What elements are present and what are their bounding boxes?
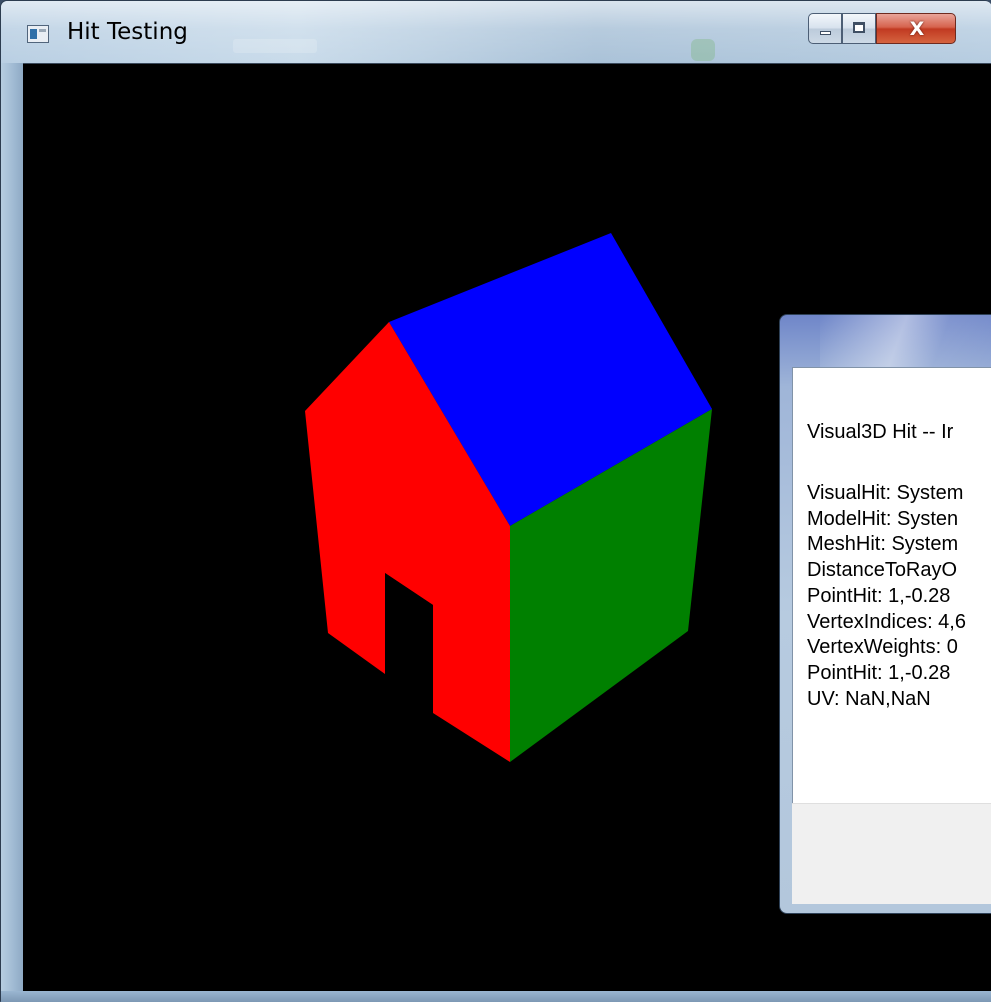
hit-detail-line: PointHit: 1,-0.28 xyxy=(807,661,951,684)
close-icon: X xyxy=(909,18,925,40)
hit-detail-line: MeshHit: System xyxy=(807,533,959,556)
hit-detail-line: UV: NaN,NaN xyxy=(807,687,931,710)
hit-detail-line: PointHit: 1,-0.28 xyxy=(807,584,951,607)
main-window: Hit Testing X Visual3D Hit -- Ir VisualH… xyxy=(0,0,991,1002)
minimize-button[interactable] xyxy=(808,13,842,44)
hit-details-list: VisualHit: System ModelHit: Systen MeshH… xyxy=(807,481,966,712)
maximize-button[interactable] xyxy=(842,13,876,44)
hit-detail-line: VisualHit: System xyxy=(807,482,964,504)
hit-detail-line: ModelHit: Systen xyxy=(807,507,959,530)
background-reflection xyxy=(233,39,317,53)
dialog-heading: Visual3D Hit -- Ir xyxy=(807,421,954,443)
close-button[interactable]: X xyxy=(876,13,956,44)
background-reflection xyxy=(691,39,715,61)
dialog-title-bar[interactable] xyxy=(820,315,991,367)
title-bar[interactable]: Hit Testing X xyxy=(1,1,991,63)
viewport-3d[interactable]: Visual3D Hit -- Ir VisualHit: System Mod… xyxy=(23,63,991,992)
hit-info-dialog[interactable]: Visual3D Hit -- Ir VisualHit: System Mod… xyxy=(779,314,991,914)
dialog-button-area xyxy=(792,803,991,904)
hit-detail-line: VertexIndices: 4,6 xyxy=(807,610,966,633)
maximize-icon xyxy=(853,22,865,33)
hit-detail-line: VertexWeights: 0 xyxy=(807,636,958,659)
caption-buttons: X xyxy=(808,13,956,46)
app-icon[interactable] xyxy=(27,25,49,43)
hit-detail-line: DistanceToRayO xyxy=(807,559,958,582)
minimize-icon xyxy=(820,31,831,35)
window-frame-left xyxy=(1,63,23,991)
window-title: Hit Testing xyxy=(67,19,188,45)
window-frame-bottom xyxy=(1,991,991,1002)
